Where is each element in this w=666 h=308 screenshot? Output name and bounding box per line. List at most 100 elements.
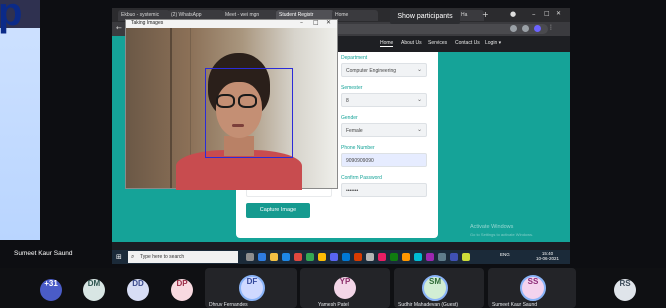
camera-window-title: Taking Images — [131, 20, 164, 26]
avatar-initials: SS — [527, 277, 539, 286]
app-icon[interactable] — [438, 253, 446, 261]
avatar-initials: SM — [429, 277, 441, 286]
show-participants-tooltip[interactable]: Show participants — [390, 9, 460, 24]
app-icon[interactable] — [366, 253, 374, 261]
activate-windows-subtitle: Go to Settings to activate Windows. — [470, 232, 534, 237]
participant-avatar: SM — [422, 275, 448, 301]
app-icon[interactable] — [402, 253, 410, 261]
new-tab-icon[interactable]: + — [482, 10, 489, 19]
participant-avatar: DF — [239, 275, 265, 301]
app-icon[interactable] — [390, 253, 398, 261]
tab-search-icon[interactable]: ● — [510, 10, 516, 18]
site-navbar — [337, 36, 570, 52]
background-door-edge — [170, 28, 172, 188]
participant-name: Dhruv Fernandes — [209, 302, 248, 308]
extension-icon[interactable] — [522, 25, 529, 32]
capture-image-button[interactable]: Capture Image — [246, 203, 310, 218]
department-label: Department — [341, 55, 368, 61]
maximize-icon[interactable]: □ — [544, 10, 550, 17]
close-icon[interactable]: ✕ — [326, 19, 331, 26]
profile-icon[interactable] — [534, 25, 541, 32]
app-icon[interactable] — [378, 253, 386, 261]
app-icon[interactable] — [450, 253, 458, 261]
face-detection-box — [205, 68, 293, 158]
tab-title: Student Registr — [279, 12, 314, 18]
participant-name: Yamesh Patel — [318, 302, 349, 308]
activate-windows-title: Activate Windows — [470, 224, 514, 230]
nav-about[interactable]: About Us — [401, 40, 422, 46]
confirm-password-input[interactable]: ••••••• — [341, 183, 427, 197]
app-icon[interactable] — [462, 253, 470, 261]
avatar-initials: DD — [132, 279, 144, 288]
semester-label: Semester — [341, 85, 363, 91]
semester-select[interactable]: 8 — [341, 93, 427, 107]
participant-name: Sumeet Kaur Saund — [492, 302, 538, 308]
nav-login[interactable]: Login ▾ — [485, 40, 501, 46]
presenter-name: Sumeet Kaur Saund — [14, 250, 73, 257]
search-icon: ⌕ — [131, 253, 135, 260]
phone-label: Phone Number — [341, 145, 375, 151]
chevron-down-icon: ⌄ — [417, 96, 423, 103]
tab-title: Ha — [461, 12, 468, 18]
phone-value: 9090909090 — [346, 158, 374, 164]
file-explorer-icon[interactable] — [270, 253, 278, 261]
menu-icon[interactable]: ⋮ — [548, 24, 554, 31]
chevron-down-icon: ⌄ — [417, 66, 423, 73]
vscode-icon[interactable] — [342, 253, 350, 261]
store-icon[interactable] — [282, 253, 290, 261]
app-icon[interactable] — [354, 253, 362, 261]
participant-avatar: SS — [520, 275, 546, 301]
chrome-icon[interactable] — [318, 253, 326, 261]
tab-title: Meet - wei mgn — [225, 12, 260, 18]
participant-avatar: YP — [334, 277, 356, 299]
back-icon[interactable]: ← — [116, 24, 122, 32]
avatar-initials: RS — [619, 279, 631, 288]
avatar-initials: DF — [246, 277, 258, 286]
participant-avatar[interactable]: RS — [614, 279, 636, 301]
slide-heading-fragment: p — [0, 0, 23, 34]
taskbar-search-placeholder: Type here to search — [140, 254, 185, 260]
phone-input[interactable]: 9090909090 — [341, 153, 427, 167]
department-select[interactable]: Computer Engineering — [341, 63, 427, 77]
app-icon[interactable] — [306, 253, 314, 261]
gender-select[interactable]: Female — [341, 123, 427, 137]
confirm-password-value: ••••••• — [346, 188, 359, 194]
semester-value: 8 — [346, 98, 349, 104]
taskbar-clock[interactable]: 15:40 10-06-2021 — [536, 251, 559, 261]
presentation-slide-edge — [0, 0, 40, 240]
avatar-initials: DM — [87, 279, 101, 288]
clock-date: 10-06-2021 — [536, 256, 560, 261]
avatar-initials: +31 — [44, 279, 58, 288]
edge-icon[interactable] — [258, 253, 266, 261]
app-icon[interactable] — [294, 253, 302, 261]
participant-name: Sudhir Mahadevan (Guest) — [398, 302, 459, 308]
gender-label: Gender — [341, 115, 358, 121]
participant-avatar[interactable]: DD — [127, 279, 149, 301]
gender-value: Female — [346, 128, 363, 134]
minimize-icon[interactable]: – — [532, 10, 536, 18]
extension-icon[interactable] — [510, 25, 517, 32]
tab-title: Ekbuo - systemic — [121, 12, 160, 18]
app-icon[interactable] — [414, 253, 422, 261]
participant-avatar[interactable]: DP — [171, 279, 193, 301]
close-window-icon[interactable]: ✕ — [556, 10, 561, 17]
app-icon[interactable] — [426, 253, 434, 261]
browser-tab[interactable]: Home — [332, 10, 378, 21]
confirm-password-label: Confirm Password — [341, 175, 382, 181]
participant-avatar[interactable]: DM — [83, 279, 105, 301]
more-participants-avatar[interactable]: +31 — [40, 279, 62, 301]
chevron-down-icon: ⌄ — [417, 126, 423, 133]
nav-services[interactable]: Services — [428, 40, 447, 46]
avatar-initials: DP — [176, 279, 188, 288]
tab-title: Home — [335, 12, 349, 18]
minimize-icon[interactable]: – — [300, 19, 303, 26]
windows-start-icon[interactable]: ⊞ — [116, 253, 124, 261]
avatar-initials: YP — [339, 277, 351, 286]
browser-tab[interactable]: Ha — [458, 10, 484, 21]
app-icon[interactable] — [330, 253, 338, 261]
nav-contact[interactable]: Contact Us — [455, 40, 480, 46]
system-tray-language[interactable]: ENG — [500, 252, 510, 257]
task-view-icon[interactable] — [246, 253, 254, 261]
maximize-icon[interactable]: □ — [313, 19, 319, 26]
nav-home[interactable]: Home — [380, 40, 394, 47]
